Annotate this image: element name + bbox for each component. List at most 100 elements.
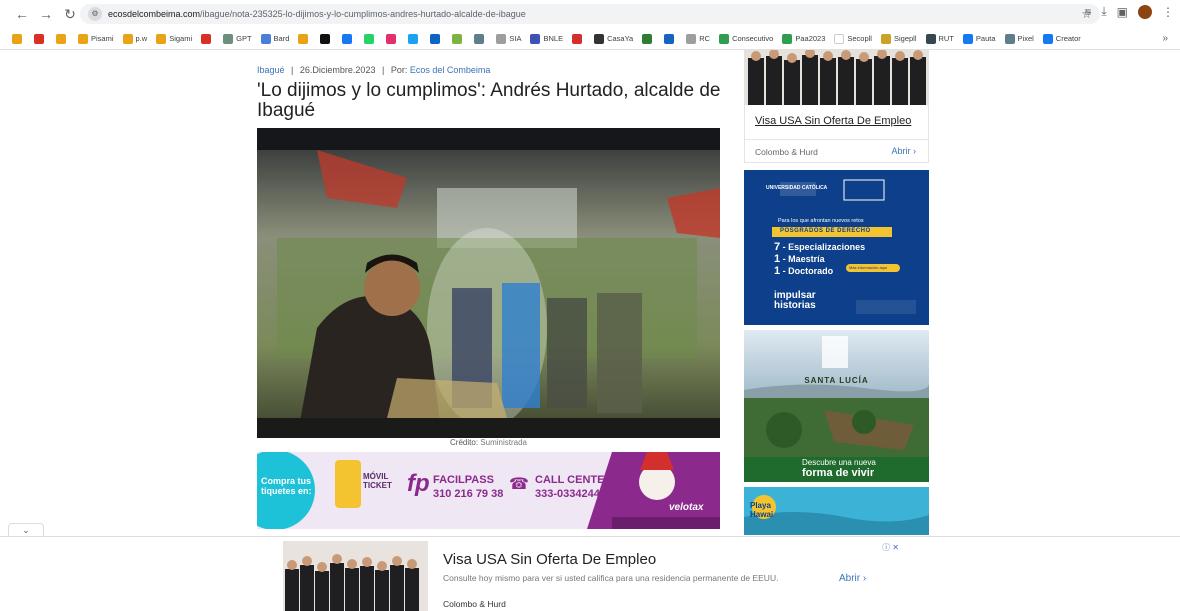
bookmark-item[interactable]: CasaYa bbox=[594, 33, 633, 44]
article-title: 'Lo dijimos y lo cumplimos': Andrés Hurt… bbox=[257, 80, 721, 121]
bookmark-label: RUT bbox=[938, 34, 954, 43]
bookmark-favicon-icon bbox=[452, 33, 463, 44]
bookmark-item[interactable] bbox=[452, 33, 465, 44]
visa-bottom-ad-photo[interactable] bbox=[283, 541, 428, 611]
bookmark-item[interactable]: Pisami bbox=[78, 33, 114, 44]
bookmark-favicon-icon bbox=[925, 33, 936, 44]
bookmark-item[interactable]: Sigepll bbox=[880, 33, 917, 44]
bookmark-favicon-icon bbox=[880, 33, 891, 44]
bookmark-label: Secopll bbox=[847, 34, 872, 43]
bookmark-item[interactable] bbox=[364, 33, 377, 44]
bookmark-favicon-icon bbox=[664, 33, 675, 44]
banner-movil-ticket: MÓVIL TICKET bbox=[363, 472, 392, 490]
bookmark-item[interactable] bbox=[298, 33, 311, 44]
visa-ad-photo[interactable] bbox=[744, 50, 929, 105]
bookmark-item[interactable] bbox=[664, 33, 677, 44]
meta-separator: | bbox=[291, 65, 294, 75]
bookmark-item[interactable] bbox=[408, 33, 421, 44]
bookmark-item[interactable]: Secopll bbox=[834, 33, 872, 44]
bookmark-label: GPT bbox=[236, 34, 252, 43]
banner-fp-logo: fp bbox=[407, 470, 430, 497]
address-bar[interactable]: ⚙ ecosdelcombeima.com/ibague/nota-235325… bbox=[80, 4, 1100, 24]
bookmark-label: Sigepll bbox=[893, 34, 917, 43]
menu-icon[interactable]: ⋮ bbox=[1162, 5, 1174, 19]
university-name: UNIVERSIDAD CATÓLICA bbox=[766, 185, 828, 191]
bookmark-item[interactable] bbox=[386, 33, 399, 44]
bookmark-label: Pixel bbox=[1017, 34, 1034, 43]
bookmark-label: Pisami bbox=[91, 34, 114, 43]
bookmark-item[interactable] bbox=[474, 33, 487, 44]
count: 7 bbox=[774, 241, 781, 253]
bookmark-item[interactable]: Consecutivo bbox=[719, 33, 774, 44]
credit-value: Suministrada bbox=[480, 438, 527, 447]
bookmark-item[interactable]: Pixel bbox=[1004, 33, 1034, 44]
reload-icon[interactable]: ↻ bbox=[60, 4, 80, 24]
visa-ad-title[interactable]: Visa USA Sin Oferta De Empleo bbox=[755, 115, 911, 127]
site-info-icon[interactable]: ⚙ bbox=[88, 7, 102, 21]
bookmark-item[interactable] bbox=[572, 33, 585, 44]
chevron-right-icon: › bbox=[862, 573, 867, 584]
university-cta[interactable]: Más información aquí bbox=[849, 265, 887, 270]
bookmark-item[interactable]: Bard bbox=[260, 33, 290, 44]
bookmark-favicon-icon bbox=[572, 33, 583, 44]
forward-icon[interactable]: → bbox=[36, 4, 56, 24]
bookmark-favicon-icon bbox=[719, 33, 730, 44]
bookmark-item[interactable]: Sigami bbox=[156, 33, 193, 44]
bookmark-item[interactable] bbox=[201, 33, 214, 44]
bookmark-item[interactable]: Creator bbox=[1042, 33, 1081, 44]
bookmark-item[interactable] bbox=[642, 33, 655, 44]
bookmark-favicon-icon bbox=[782, 33, 793, 44]
bookmark-label: Bard bbox=[273, 34, 290, 43]
bookmark-item[interactable] bbox=[56, 33, 69, 44]
extensions-icon[interactable]: ≡ bbox=[1084, 5, 1091, 19]
bookmark-item[interactable]: RUT bbox=[925, 33, 954, 44]
author-link[interactable]: Ecos del Combeima bbox=[410, 65, 491, 75]
bookmarks-more-button[interactable]: » bbox=[1162, 33, 1168, 44]
bookmark-item[interactable]: p.w bbox=[122, 33, 147, 44]
sticky-bottom-ad-bar: Visa USA Sin Oferta De Empleo Consulte h… bbox=[0, 536, 1180, 611]
bookmark-favicon-icon bbox=[156, 33, 167, 44]
bookmark-item[interactable]: BNLE bbox=[530, 33, 564, 44]
bottom-ad-open-button[interactable]: Abrir › bbox=[839, 573, 866, 584]
bookmark-item[interactable]: Pauta bbox=[962, 33, 996, 44]
bookmark-favicon-icon bbox=[496, 33, 507, 44]
bookmark-item[interactable]: Paa2023 bbox=[782, 33, 825, 44]
bookmark-item[interactable] bbox=[342, 33, 355, 44]
back-icon[interactable]: ← bbox=[12, 4, 32, 24]
bookmark-favicon-icon bbox=[408, 33, 419, 44]
bookmark-favicon-icon bbox=[594, 33, 605, 44]
bookmark-label: BNLE bbox=[543, 34, 564, 43]
bookmark-item[interactable] bbox=[34, 33, 47, 44]
profile-avatar[interactable] bbox=[1138, 4, 1152, 19]
university-line2: 1 - Maestría bbox=[774, 253, 825, 265]
university-ad[interactable]: UNIVERSIDAD CATÓLICA Para los que afront… bbox=[744, 170, 929, 325]
santa-lucia-ad[interactable]: SANTA LUCÍA Descubre una nueva forma de … bbox=[744, 330, 929, 482]
bookmark-favicon-icon bbox=[1042, 33, 1053, 44]
bookmark-item[interactable] bbox=[320, 33, 333, 44]
bookmark-item[interactable]: GPT bbox=[223, 33, 252, 44]
section-link[interactable]: Ibagué bbox=[257, 65, 285, 75]
collapse-ad-button[interactable]: ⌄ bbox=[8, 523, 44, 537]
playa-hawai-ad[interactable]: Playa Hawai bbox=[744, 487, 929, 535]
bookmark-item[interactable]: SIA bbox=[496, 33, 521, 44]
label: - Especializaciones bbox=[782, 242, 866, 252]
visa-ad-card[interactable]: Visa USA Sin Oferta De Empleo Colombo & … bbox=[744, 105, 929, 163]
bookmark-favicon-icon bbox=[122, 33, 133, 44]
visa-ad-open-button[interactable]: Abrir › bbox=[891, 146, 916, 156]
bookmark-label: Sigami bbox=[169, 34, 193, 43]
count: 1 bbox=[774, 253, 781, 265]
visa-bottom-ad[interactable]: Visa USA Sin Oferta De Empleo Consulte h… bbox=[283, 541, 901, 611]
by-label: Por: bbox=[390, 65, 408, 75]
bookmark-label: Consecutivo bbox=[732, 34, 774, 43]
side-panel-icon[interactable]: ▣ bbox=[1117, 5, 1128, 19]
adchoices-close-icon[interactable]: ⓘ ✕ bbox=[882, 542, 899, 553]
bookmark-item[interactable] bbox=[430, 33, 443, 44]
bottom-ad-title[interactable]: Visa USA Sin Oferta De Empleo bbox=[443, 551, 656, 568]
banner-facilpass-number: 310 216 79 38 bbox=[433, 488, 504, 500]
velotax-banner-ad[interactable]: Compra tus tiquetes en: MÓVIL TICKET fp … bbox=[257, 452, 720, 529]
bookmark-favicon-icon bbox=[201, 33, 212, 44]
bookmark-item[interactable] bbox=[12, 33, 25, 44]
bookmark-item[interactable]: RC bbox=[686, 33, 710, 44]
article-hero-image bbox=[257, 128, 720, 438]
download-icon[interactable]: ⤓ bbox=[1101, 4, 1106, 19]
